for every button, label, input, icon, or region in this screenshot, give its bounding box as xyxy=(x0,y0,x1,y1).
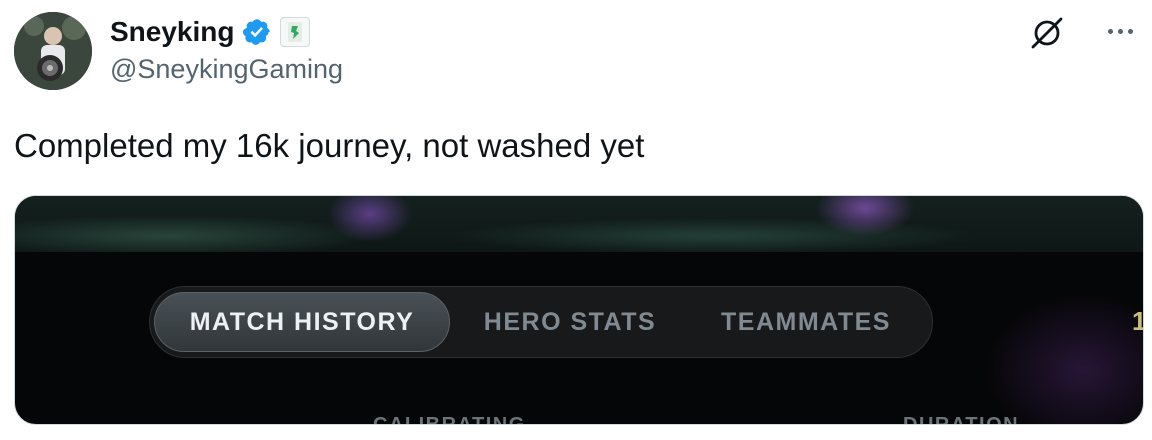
avatar-image xyxy=(14,12,92,90)
media-cut-label-calibrating: CALIBRATING xyxy=(373,414,526,425)
grok-icon[interactable] xyxy=(1028,14,1066,52)
more-dot xyxy=(1117,28,1123,34)
more-dot xyxy=(1107,28,1113,34)
media-edge-fragment: 1 xyxy=(1132,306,1143,337)
tab-teammates[interactable]: TEAMMATES xyxy=(706,292,906,352)
tab-match-history[interactable]: MATCH HISTORY xyxy=(154,292,450,352)
tweet-text: Completed my 16k journey, not washed yet xyxy=(14,127,645,164)
avatar[interactable] xyxy=(14,12,92,90)
author-handle[interactable]: @SneykingGaming xyxy=(110,54,343,85)
media-banner-art xyxy=(15,196,1143,252)
tab-hero-stats[interactable]: HERO STATS xyxy=(470,292,670,352)
media-cut-label-duration: DURATION xyxy=(903,414,1020,425)
verified-badge-icon[interactable] xyxy=(242,17,272,47)
more-options-icon[interactable] xyxy=(1098,14,1142,48)
stats-tab-bar: MATCH HISTORY HERO STATS TEAMMATES xyxy=(149,286,933,358)
affiliate-logo-icon xyxy=(288,22,303,42)
author-display-name[interactable]: Sneyking xyxy=(110,18,234,46)
tweet-media-image[interactable]: MATCH HISTORY HERO STATS TEAMMATES 1 CAL… xyxy=(14,195,1144,425)
affiliate-badge-icon[interactable] xyxy=(280,17,311,47)
media-glow xyxy=(975,286,1143,424)
author-name-row: Sneyking xyxy=(110,14,311,50)
more-dot xyxy=(1127,28,1133,34)
